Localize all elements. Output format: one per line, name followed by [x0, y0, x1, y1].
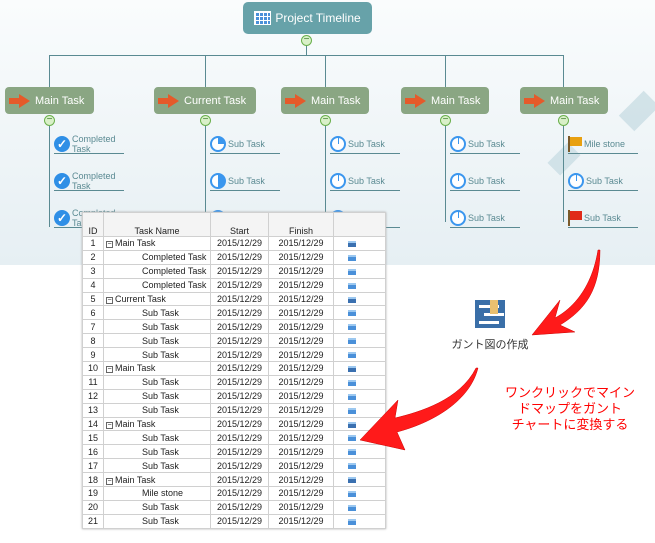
caption-line: ドマップをガント: [517, 402, 622, 417]
arrow-to-button: [531, 249, 601, 336]
create-gantt-button[interactable]: ガント図の作成: [445, 298, 535, 354]
caption-line: チャートに変換する: [511, 418, 629, 433]
create-gantt-label: ガント図の作成: [451, 339, 529, 351]
arrow-to-table: [359, 367, 479, 451]
red-arrows: [359, 249, 601, 451]
caption-line: ワンクリックでマイン: [504, 386, 635, 401]
gantt-chart-icon: [475, 300, 505, 328]
caption: ワンクリックでマイン ドマップをガント チャートに変換する: [485, 386, 655, 434]
